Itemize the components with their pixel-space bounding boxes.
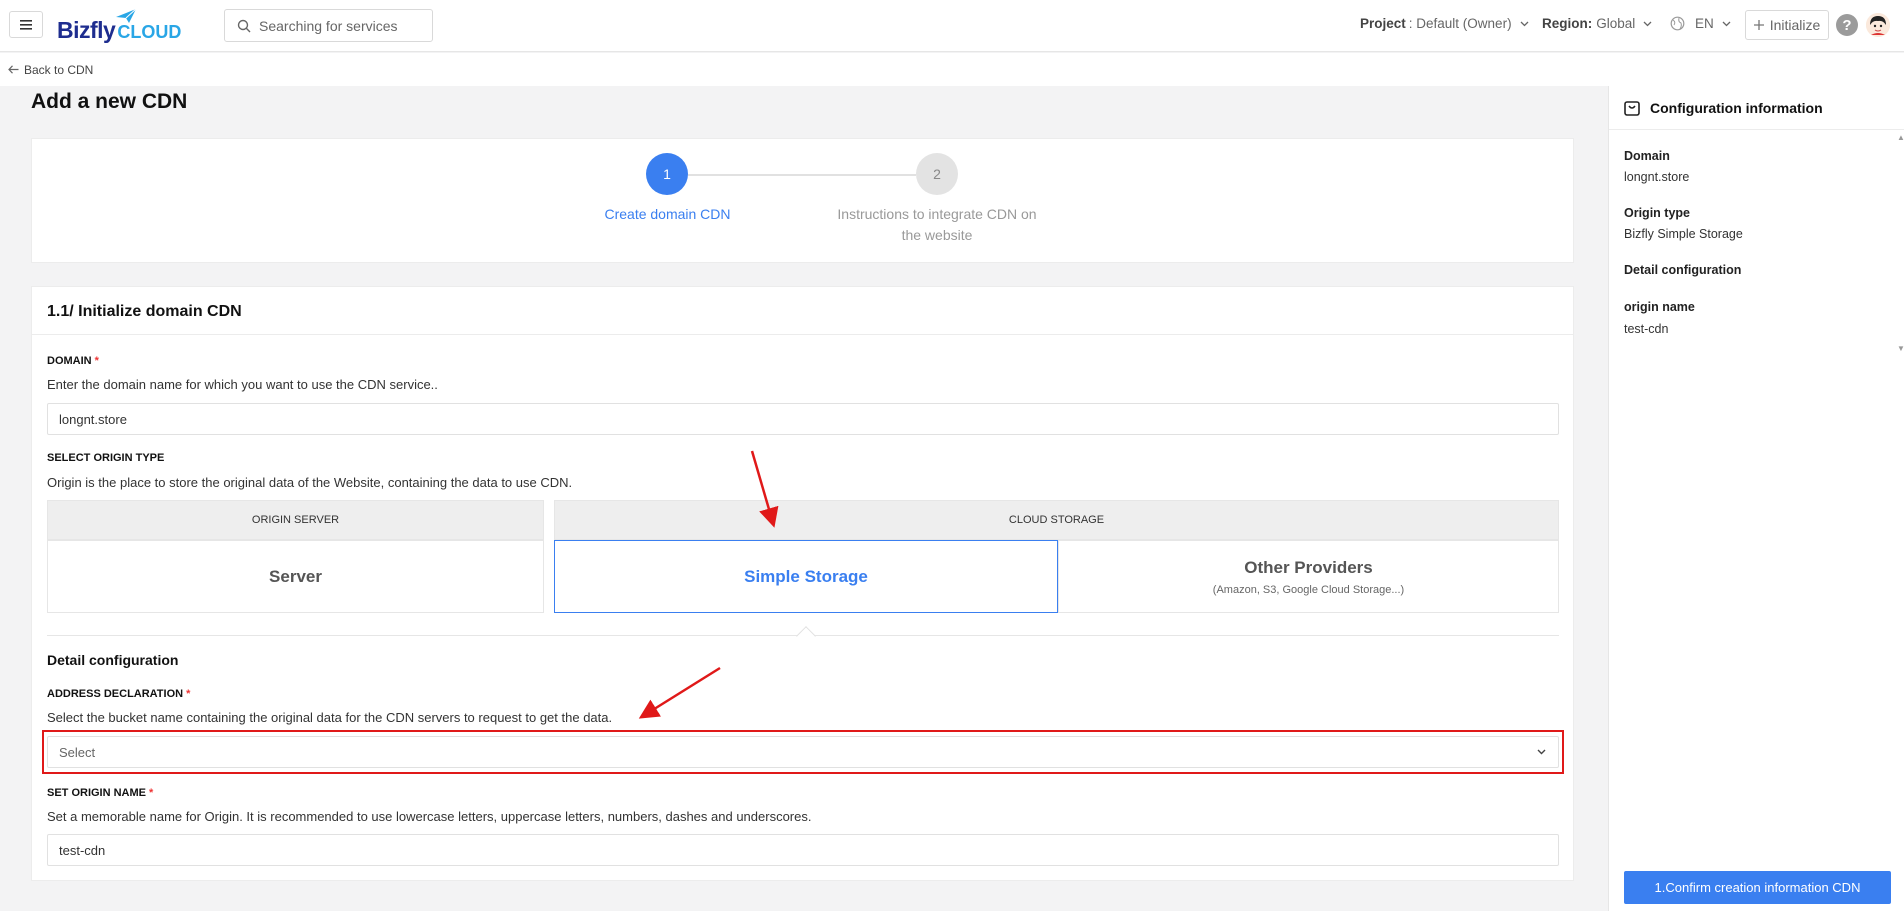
globe-icon bbox=[1670, 16, 1685, 31]
address-label: ADDRESS DECLARATION * bbox=[47, 688, 191, 700]
info-value-origin-name: test-cdn bbox=[1624, 322, 1669, 336]
side-panel-header: Configuration information bbox=[1609, 86, 1904, 130]
chevron-down-icon bbox=[1520, 21, 1529, 26]
domain-input[interactable]: longnt.store bbox=[47, 403, 1559, 435]
cloud-storage-header: CLOUD STORAGE bbox=[554, 500, 1559, 540]
selection-pointer bbox=[796, 626, 816, 646]
step-2-label: Instructions to integrate CDN on the web… bbox=[837, 206, 1037, 243]
initialize-button[interactable]: Initialize bbox=[1745, 10, 1829, 40]
project-selector[interactable]: Project : Default (Owner) bbox=[1360, 16, 1529, 31]
paper-plane-icon bbox=[116, 8, 137, 23]
logo-brand: Bizfly bbox=[57, 17, 116, 43]
project-value: : Default (Owner) bbox=[1408, 16, 1512, 31]
configuration-panel: Configuration information ▲ ▼ Domain lon… bbox=[1608, 86, 1904, 911]
address-description: Select the bucket name containing the or… bbox=[47, 710, 613, 725]
language-selector[interactable]: EN bbox=[1670, 16, 1731, 31]
language-value: EN bbox=[1695, 16, 1714, 31]
chevron-down-icon bbox=[1722, 21, 1731, 26]
info-key-origin-name: origin name bbox=[1624, 300, 1695, 314]
initialize-label: Initialize bbox=[1769, 17, 1821, 33]
required-mark: * bbox=[94, 355, 99, 367]
info-value-domain: longnt.store bbox=[1624, 170, 1690, 184]
search-icon bbox=[237, 19, 251, 32]
project-label: Project bbox=[1360, 16, 1406, 31]
region-selector[interactable]: Region: Global bbox=[1542, 16, 1652, 31]
region-value: Global bbox=[1596, 16, 1636, 31]
option-title: Other Providers bbox=[1244, 557, 1373, 577]
detail-config-title: Detail configuration bbox=[47, 652, 179, 668]
scroll-down-icon[interactable]: ▼ bbox=[1897, 344, 1904, 353]
chevron-down-icon bbox=[1643, 21, 1652, 26]
required-mark: * bbox=[186, 688, 191, 700]
step-1-circle[interactable]: 1 bbox=[646, 153, 688, 195]
origin-name-input[interactable]: test-cdn bbox=[47, 834, 1559, 866]
top-bar: Bizfly CLOUD Searching for services Proj… bbox=[0, 0, 1904, 52]
step-connector bbox=[688, 174, 916, 176]
origin-name-label: SET ORIGIN NAME * bbox=[47, 787, 154, 799]
info-value-origin-type: Bizfly Simple Storage bbox=[1624, 227, 1743, 241]
page-title: Add a new CDN bbox=[31, 90, 188, 113]
steps-card: 1 2 Create domain CDN Instructions to in… bbox=[31, 138, 1574, 263]
arrow-left-icon bbox=[8, 65, 19, 74]
origin-option-simple-storage[interactable]: Simple Storage bbox=[554, 540, 1058, 613]
confirm-creation-button[interactable]: 1.Confirm creation information CDN bbox=[1624, 871, 1891, 904]
back-link-label: Back to CDN bbox=[24, 62, 94, 77]
domain-form-card: 1.1/ Initialize domain CDN DOMAIN * Enter… bbox=[31, 286, 1574, 881]
search-placeholder: Searching for services bbox=[259, 17, 398, 34]
option-subtitle: (Amazon, S3, Google Cloud Storage...) bbox=[1212, 583, 1405, 596]
help-icon[interactable]: ? bbox=[1836, 14, 1858, 36]
origin-option-other-providers[interactable]: Other Providers (Amazon, S3, Google Clou… bbox=[1058, 540, 1559, 613]
logo[interactable]: Bizfly CLOUD bbox=[57, 8, 181, 44]
logo-suffix: CLOUD bbox=[117, 22, 182, 42]
origin-server-header: ORIGIN SERVER bbox=[47, 500, 544, 540]
option-title: Server bbox=[269, 566, 322, 586]
origin-type-description: Origin is the place to store the origina… bbox=[47, 475, 573, 490]
option-title: Simple Storage bbox=[744, 566, 868, 586]
back-link[interactable]: Back to CDN bbox=[0, 53, 1904, 86]
region-label: Region: bbox=[1542, 16, 1593, 31]
origin-type-label: SELECT ORIGIN TYPE bbox=[47, 452, 165, 464]
plus-icon bbox=[1753, 20, 1764, 30]
domain-description: Enter the domain name for which you want… bbox=[47, 377, 438, 392]
menu-button[interactable] bbox=[9, 11, 43, 38]
search-input[interactable]: Searching for services bbox=[224, 9, 433, 42]
avatar[interactable] bbox=[1866, 13, 1890, 37]
info-key-domain: Domain bbox=[1624, 149, 1670, 163]
origin-option-server[interactable]: Server bbox=[47, 540, 544, 613]
required-mark: * bbox=[149, 787, 154, 799]
side-panel-title: Configuration information bbox=[1650, 99, 1823, 116]
domain-label: DOMAIN * bbox=[47, 355, 99, 367]
origin-name-description: Set a memorable name for Origin. It is r… bbox=[47, 809, 812, 824]
info-key-detail-configuration: Detail configuration bbox=[1624, 263, 1742, 277]
info-key-origin-type: Origin type bbox=[1624, 206, 1690, 220]
step-2-circle[interactable]: 2 bbox=[916, 153, 958, 195]
step-1-label: Create domain CDN bbox=[604, 206, 731, 222]
highlight-box bbox=[42, 730, 1564, 774]
section-title: 1.1/ Initialize domain CDN bbox=[32, 287, 1573, 335]
scroll-up-icon[interactable]: ▲ bbox=[1897, 133, 1904, 142]
shopping-bag-icon bbox=[1624, 101, 1640, 116]
hamburger-icon bbox=[20, 19, 32, 30]
